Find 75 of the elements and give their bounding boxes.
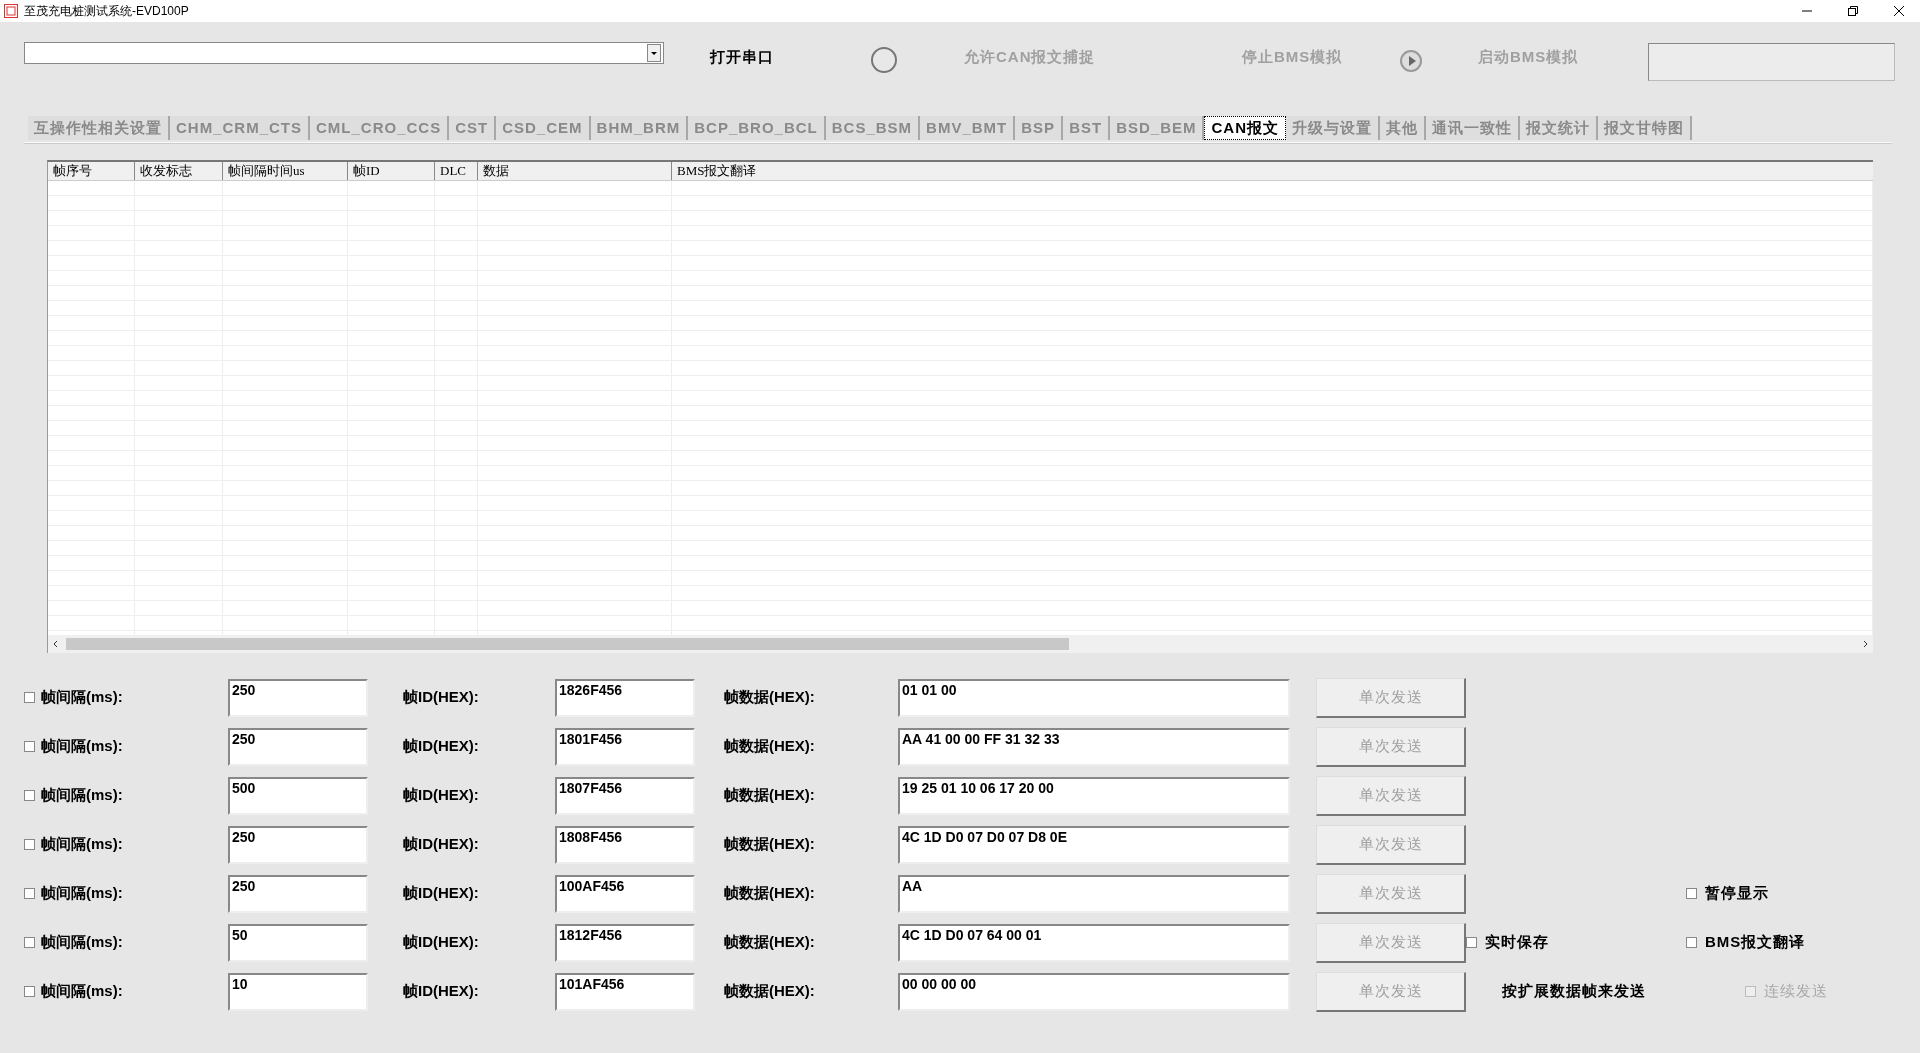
checkbox[interactable] — [1686, 937, 1697, 948]
interval-field[interactable]: 250 — [228, 825, 368, 864]
tab[interactable]: CAN报文 — [1204, 116, 1286, 140]
frame-data-label: 帧数据(HEX): — [723, 688, 815, 707]
column-header[interactable]: 帧序号 — [48, 162, 135, 180]
frame-data-label: 帧数据(HEX): — [723, 737, 815, 756]
checkbox[interactable] — [24, 839, 35, 850]
column-header[interactable]: 收发标志 — [135, 162, 223, 180]
app-icon — [4, 4, 18, 18]
text-field[interactable] — [1648, 43, 1895, 81]
frame-data-field[interactable]: 4C 1D D0 07 64 00 01 — [898, 923, 1290, 962]
status-circle-icon — [870, 46, 898, 74]
checkbox[interactable] — [24, 937, 35, 948]
interval-label: 帧间隔(ms): — [41, 835, 123, 854]
frame-data-field[interactable]: AA 41 00 00 FF 31 32 33 — [898, 727, 1290, 766]
checkbox[interactable] — [1686, 888, 1697, 899]
frame-id-field[interactable]: 100AF456 — [555, 874, 695, 913]
frame-data-label: 帧数据(HEX): — [723, 982, 815, 1001]
frame-data-label: 帧数据(HEX): — [723, 884, 815, 903]
interval-label: 帧间隔(ms): — [41, 933, 123, 952]
column-header[interactable]: BMS报文翻译 — [672, 162, 1873, 180]
frame-id-label: 帧ID(HEX): — [402, 884, 479, 903]
frame-id-label: 帧ID(HEX): — [402, 835, 479, 854]
frame-data-label: 帧数据(HEX): — [723, 835, 815, 854]
frame-id-field[interactable]: 1826F456 — [555, 678, 695, 717]
frame-data-field[interactable]: 19 25 01 10 06 17 20 00 — [898, 776, 1290, 815]
interval-label: 帧间隔(ms): — [41, 786, 123, 805]
interval-label: 帧间隔(ms): — [41, 737, 123, 756]
bms-translate-label: BMS报文翻译 — [1705, 933, 1806, 952]
frame-id-field[interactable]: 1812F456 — [555, 923, 695, 962]
frame-data-field[interactable]: 01 01 00 — [898, 678, 1290, 717]
frame-id-field[interactable]: 1801F456 — [555, 727, 695, 766]
play-icon — [1399, 49, 1423, 73]
frame-data-field[interactable]: 4C 1D D0 07 D0 07 D8 0E — [898, 825, 1290, 864]
frame-data-label: 帧数据(HEX): — [723, 933, 815, 952]
frame-data-field[interactable]: AA — [898, 874, 1290, 913]
pause-display-label: 暂停显示 — [1705, 884, 1769, 903]
column-header[interactable]: 数据 — [478, 162, 672, 180]
window-title: 至茂充电桩测试系统-EVD100P — [24, 2, 189, 20]
realtime-save-label: 实时保存 — [1485, 933, 1549, 952]
frame-data-field[interactable]: 00 00 00 00 — [898, 972, 1290, 1011]
open-port-button[interactable]: 打开串口 — [704, 44, 780, 71]
interval-field[interactable]: 500 — [228, 776, 368, 815]
column-header[interactable]: 帧间隔时间us — [223, 162, 348, 180]
column-header[interactable]: DLC — [435, 162, 478, 180]
checkbox[interactable] — [24, 986, 35, 997]
frame-id-label: 帧ID(HEX): — [402, 786, 479, 805]
frame-data-label: 帧数据(HEX): — [723, 786, 815, 805]
interval-field[interactable]: 10 — [228, 972, 368, 1011]
interval-field[interactable]: 250 — [228, 678, 368, 717]
frame-id-label: 帧ID(HEX): — [402, 688, 479, 707]
frame-id-label: 帧ID(HEX): — [402, 933, 479, 952]
checkbox[interactable] — [24, 790, 35, 801]
interval-field[interactable]: 50 — [228, 923, 368, 962]
checkbox[interactable] — [24, 741, 35, 752]
interval-label: 帧间隔(ms): — [41, 688, 123, 707]
restore-icon[interactable] — [1848, 6, 1858, 16]
interval-field[interactable]: 250 — [228, 874, 368, 913]
close-icon[interactable] — [1894, 6, 1904, 16]
interval-label: 帧间隔(ms): — [41, 884, 123, 903]
horizontal-scrollbar[interactable] — [48, 635, 1873, 653]
scrollbar-thumb[interactable] — [66, 638, 1069, 650]
checkbox[interactable] — [24, 888, 35, 899]
checkbox[interactable] — [1466, 937, 1477, 948]
frame-id-label: 帧ID(HEX): — [402, 737, 479, 756]
frame-id-label: 帧ID(HEX): — [402, 982, 479, 1001]
frame-id-field[interactable]: 101AF456 — [555, 972, 695, 1011]
frame-id-field[interactable]: 1808F456 — [555, 825, 695, 864]
column-header[interactable]: 帧ID — [348, 162, 435, 180]
checkbox[interactable] — [24, 692, 35, 703]
continuous-send-label: 连续发送 — [1764, 982, 1828, 1001]
interval-label: 帧间隔(ms): — [41, 982, 123, 1001]
frame-id-field[interactable]: 1807F456 — [555, 776, 695, 815]
extended-frame-label: 按扩展数据帧来发送 — [1502, 982, 1646, 1001]
interval-field[interactable]: 250 — [228, 727, 368, 766]
